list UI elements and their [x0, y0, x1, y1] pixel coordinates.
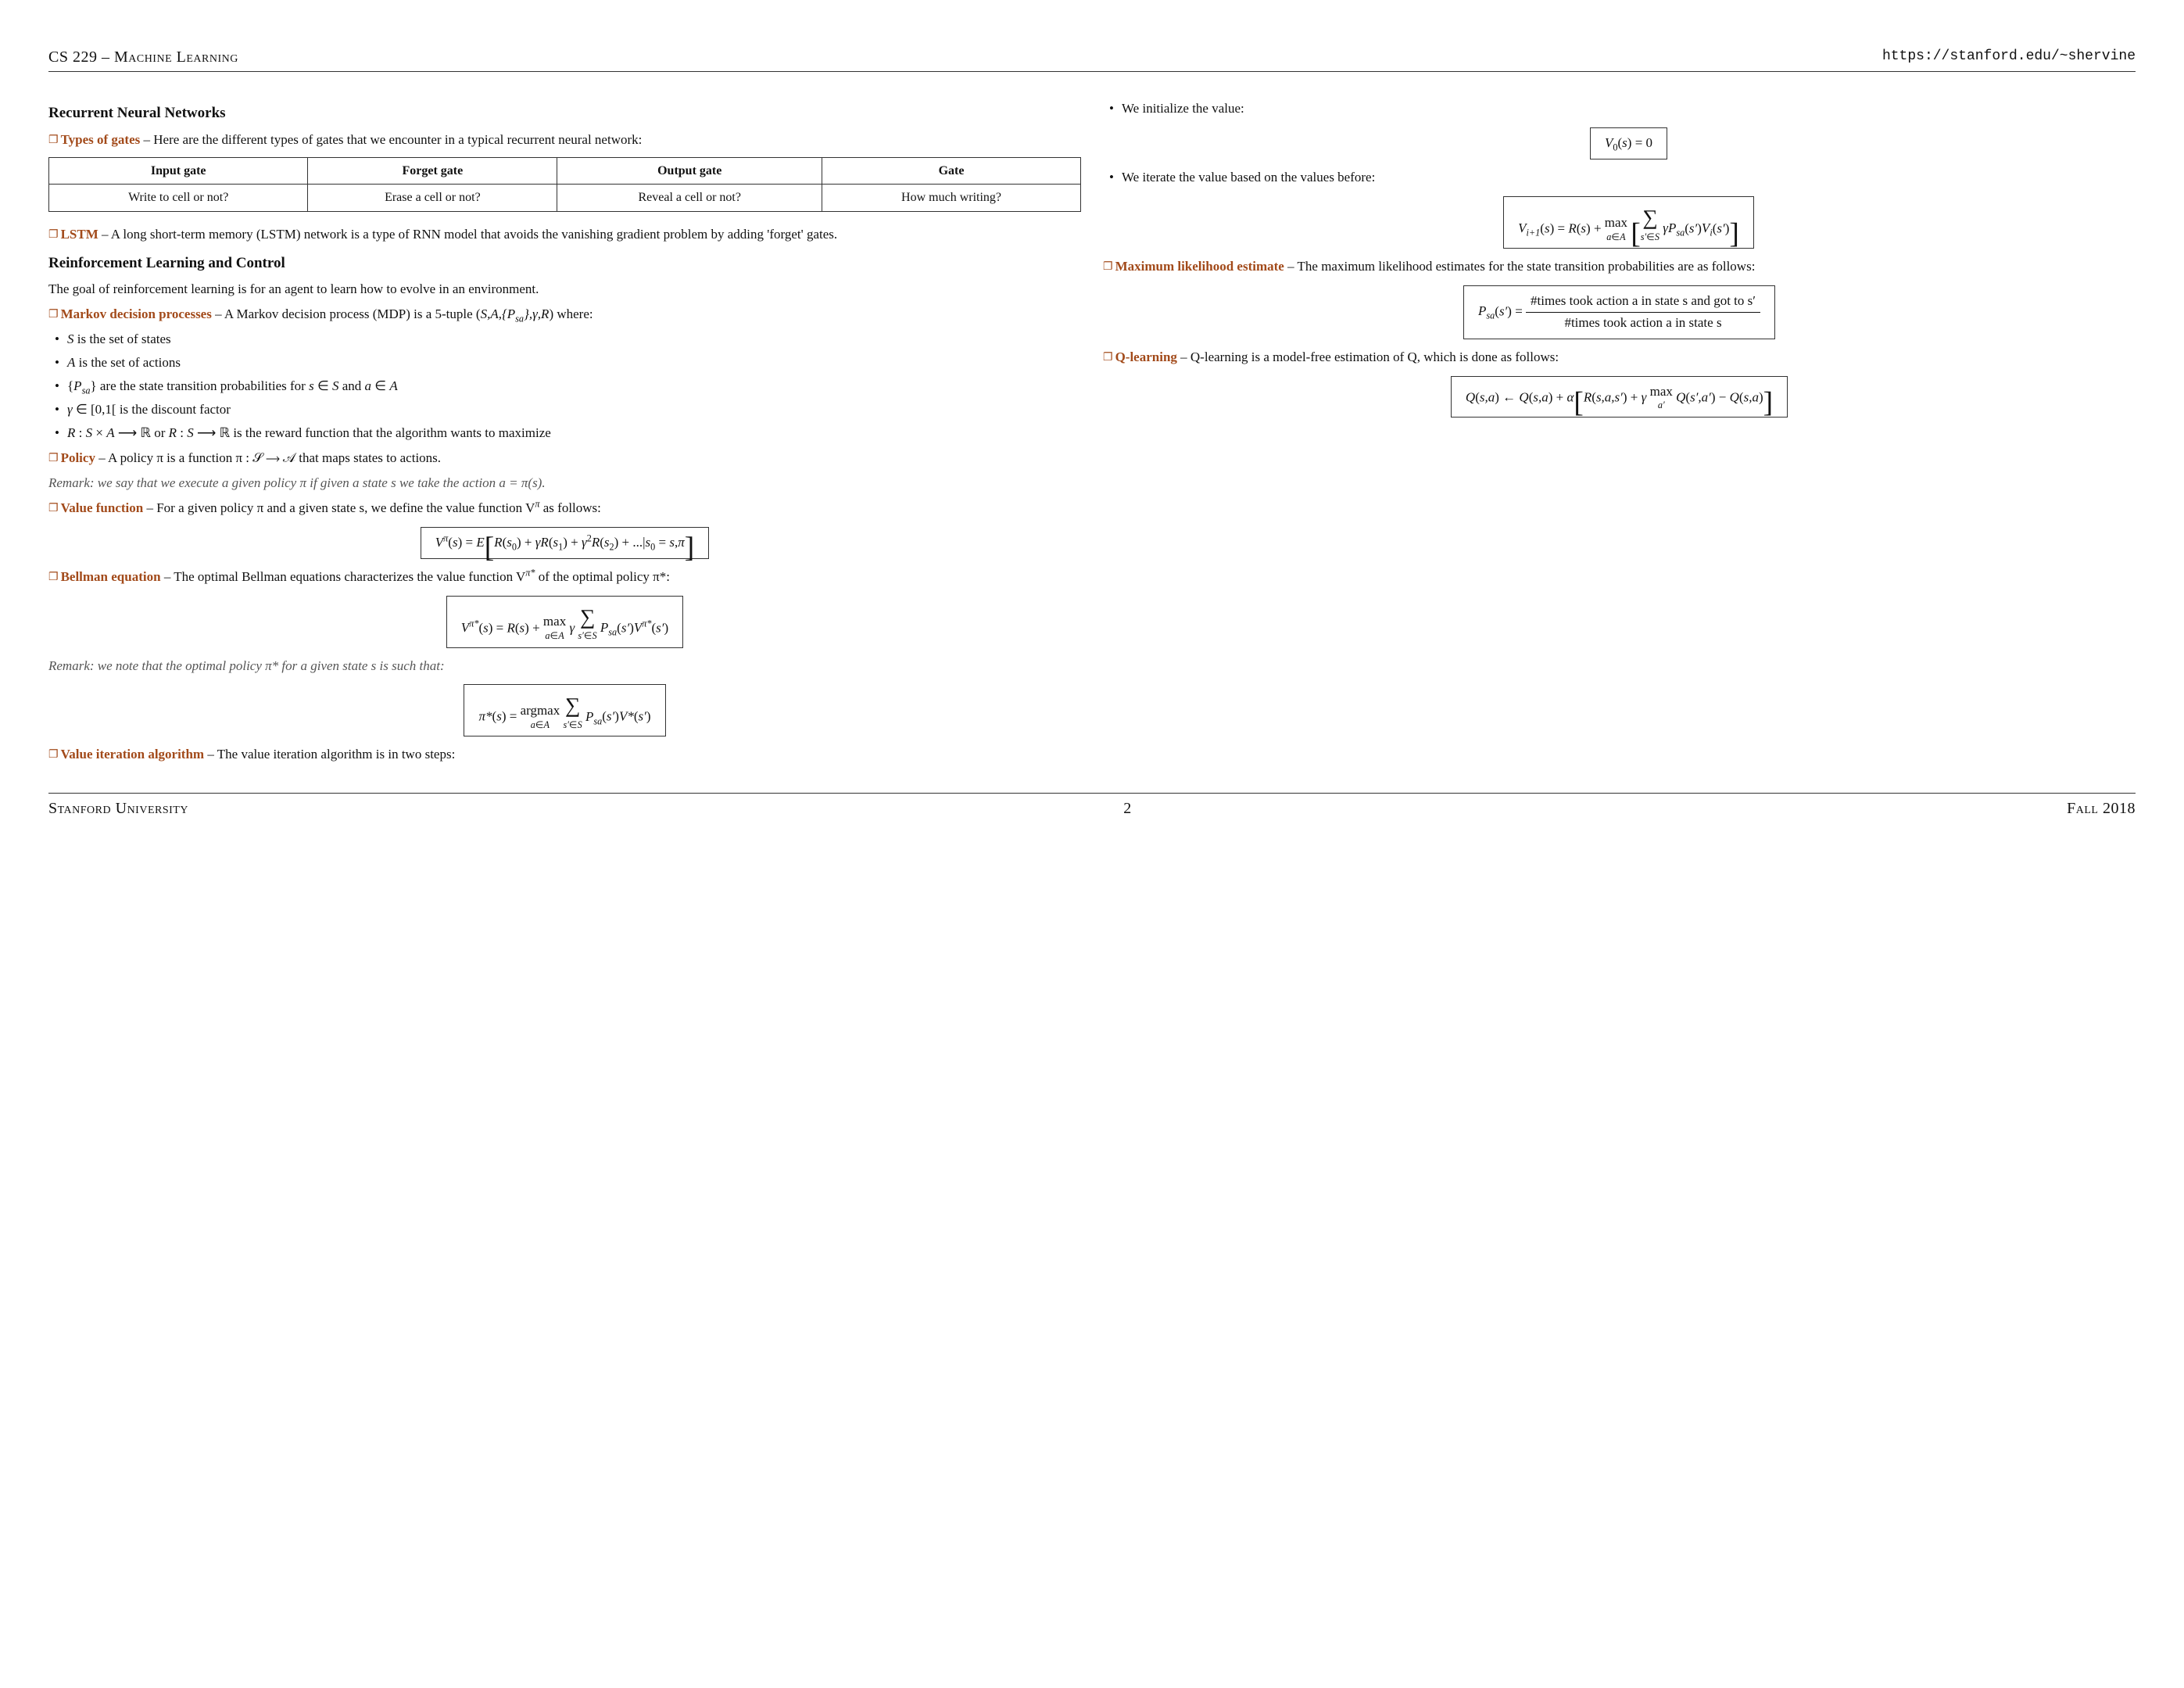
bookmark-icon: ❐: [1103, 261, 1113, 273]
policy-body: – A policy π is a function π : 𝒮 ⟶ 𝒜 tha…: [95, 450, 441, 465]
gates-h4: Gate: [822, 157, 1081, 185]
iter-text: We iterate the value based on the values…: [1122, 170, 1375, 185]
table-row: Input gate Forget gate Output gate Gate: [49, 157, 1081, 185]
mle-body: – The maximum likelihood estimates for t…: [1284, 259, 1756, 274]
gates-c3: Reveal a cell or not?: [557, 185, 822, 212]
gates-table: Input gate Forget gate Output gate Gate …: [48, 157, 1081, 212]
list-item: We initialize the value: V0(s) = 0: [1122, 100, 2136, 159]
list-item: We iterate the value based on the values…: [1122, 169, 2136, 249]
optimal-policy-equation: π*(s) = argmaxa∈A ∑s′∈S Psa(s′)V*(s′): [464, 684, 665, 736]
mdp-head: Markov decision processes: [61, 306, 212, 321]
bellman-remark: Remark: we note that the optimal policy …: [48, 658, 1081, 676]
bookmark-icon: ❐: [48, 309, 59, 321]
types-body: – Here are the different types of gates …: [140, 132, 642, 147]
valiter-para: ❐Value iteration algorithm – The value i…: [48, 746, 1081, 764]
bellman-equation: Vπ*(s) = R(s) + maxa∈A γ ∑s′∈S Psa(s′)Vπ…: [446, 596, 683, 648]
rnn-heading: Recurrent Neural Networks: [48, 103, 1081, 124]
right-column: We initialize the value: V0(s) = 0 We it…: [1103, 94, 2136, 771]
lstm-body: – A long short-term memory (LSTM) networ…: [98, 227, 837, 242]
list-item: {Psa} are the state transition probabili…: [67, 378, 1081, 396]
left-column: Recurrent Neural Networks ❐Types of gate…: [48, 94, 1081, 771]
bookmark-icon: ❐: [48, 749, 59, 761]
page-header: CS 229 – Machine Learning https://stanfo…: [48, 47, 2136, 72]
bookmark-icon: ❐: [48, 572, 59, 583]
bookmark-icon: ❐: [48, 453, 59, 464]
bellman-body-b: of the optimal policy π*:: [535, 569, 670, 584]
list-item: A is the set of actions: [67, 354, 1081, 372]
value-head: Value function: [61, 500, 144, 515]
value-body-a: – For a given policy π and a given state…: [143, 500, 535, 515]
mle-head: Maximum likelihood estimate: [1115, 259, 1284, 274]
bellman-para: ❐Bellman equation – The optimal Bellman …: [48, 568, 1081, 586]
bellman-body-a: – The optimal Bellman equations characte…: [161, 569, 526, 584]
init-text: We initialize the value:: [1122, 101, 1244, 116]
gates-c1: Write to cell or not?: [49, 185, 308, 212]
rl-intro: The goal of reinforcement learning is fo…: [48, 281, 1081, 299]
ql-head: Q-learning: [1115, 349, 1177, 364]
policy-remark: Remark: we say that we execute a given p…: [48, 475, 1081, 493]
bookmark-icon: ❐: [48, 134, 59, 146]
value-body-b: as follows:: [540, 500, 601, 515]
iter-equation: Vi+1(s) = R(s) + maxa∈A [∑s′∈S γPsa(s′)V…: [1503, 196, 1754, 249]
qlearning-para: ❐Q-learning – Q-learning is a model-free…: [1103, 349, 2136, 367]
list-item: R : S × A ⟶ ℝ or R : S ⟶ ℝ is the reward…: [67, 425, 1081, 443]
bookmark-icon: ❐: [48, 229, 59, 241]
value-equation: Vπ(s) = E[R(s0) + γR(s1) + γ2R(s2) + ...…: [421, 527, 710, 559]
header-left: CS 229 – Machine Learning: [48, 47, 238, 68]
mle-equation: Psa(s′) = #times took action a in state …: [1463, 285, 1775, 339]
rl-heading: Reinforcement Learning and Control: [48, 253, 1081, 274]
page-number: 2: [1123, 798, 1132, 819]
policy-para: ❐Policy – A policy π is a function π : 𝒮…: [48, 450, 1081, 468]
two-column-layout: Recurrent Neural Networks ❐Types of gate…: [48, 94, 2136, 771]
page-footer: Stanford University 2 Fall 2018: [48, 793, 2136, 819]
mdp-body-b: ) where:: [549, 306, 593, 321]
gates-h3: Output gate: [557, 157, 822, 185]
footer-right: Fall 2018: [2067, 798, 2136, 819]
table-row: Write to cell or not? Erase a cell or no…: [49, 185, 1081, 212]
mle-num: #times took action a in state s and got …: [1526, 292, 1760, 313]
list-item: S is the set of states: [67, 331, 1081, 349]
policy-head: Policy: [61, 450, 95, 465]
bellman-head: Bellman equation: [61, 569, 161, 584]
mdp-para: ❐Markov decision processes – A Markov de…: [48, 306, 1081, 324]
init-equation: V0(s) = 0: [1590, 127, 1667, 159]
list-item: γ ∈ [0,1[ is the discount factor: [67, 401, 1081, 419]
gates-c2: Erase a cell or not?: [308, 185, 557, 212]
bookmark-icon: ❐: [1103, 352, 1113, 364]
gates-h1: Input gate: [49, 157, 308, 185]
qlearning-equation: Q(s,a) ← Q(s,a) + α[R(s,a,s′) + γ maxa′ …: [1451, 376, 1788, 418]
lstm-para: ❐LSTM – A long short-term memory (LSTM) …: [48, 226, 1081, 244]
types-head: Types of gates: [61, 132, 141, 147]
header-url: https://stanford.edu/~shervine: [1882, 47, 2136, 68]
gates-c4: How much writing?: [822, 185, 1081, 212]
bookmark-icon: ❐: [48, 503, 59, 514]
valiter-body: – The value iteration algorithm is in tw…: [204, 747, 455, 762]
gates-h2: Forget gate: [308, 157, 557, 185]
valiter-steps: We initialize the value: V0(s) = 0 We it…: [1103, 100, 2136, 249]
value-para: ❐Value function – For a given policy π a…: [48, 500, 1081, 518]
mdp-tuple: S,A,{Psa},γ,R: [481, 306, 550, 321]
mdp-list: S is the set of states A is the set of a…: [48, 331, 1081, 443]
mle-para: ❐Maximum likelihood estimate – The maxim…: [1103, 258, 2136, 276]
ql-body: – Q-learning is a model-free estimation …: [1177, 349, 1559, 364]
mdp-body-a: – A Markov decision process (MDP) is a 5…: [212, 306, 481, 321]
mle-den: #times took action a in state s: [1526, 313, 1760, 332]
footer-left: Stanford University: [48, 798, 188, 819]
types-of-gates-para: ❐Types of gates – Here are the different…: [48, 131, 1081, 149]
lstm-head: LSTM: [61, 227, 98, 242]
valiter-head: Value iteration algorithm: [61, 747, 205, 762]
